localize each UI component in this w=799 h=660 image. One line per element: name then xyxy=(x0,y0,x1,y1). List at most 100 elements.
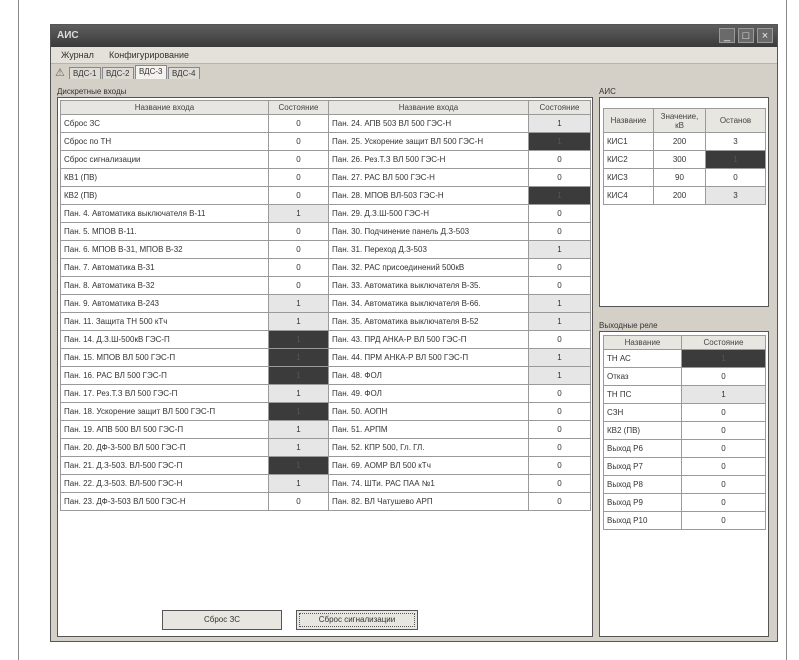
input-name: Пан. 6. МПОВ В-31, МПОВ В-32 xyxy=(60,240,269,259)
input-state: 0 xyxy=(268,168,329,187)
input-name: Пан. 52. КПР 500, Гл. ГЛ. xyxy=(328,438,529,457)
input-state: 0 xyxy=(528,402,591,421)
input-name: Пан. 24. АПВ 503 ВЛ 500 ГЭС-Н xyxy=(328,114,529,133)
table-row: ТН АС 1 xyxy=(603,349,766,368)
tab-vds-2[interactable]: ВДС-2 xyxy=(102,67,134,79)
ais-state: 3 xyxy=(705,132,766,151)
minimize-icon[interactable]: _ xyxy=(719,28,735,43)
table-row: Пан. 4. Автоматика выключателя В-11 1 Пан.… xyxy=(60,204,591,223)
table-row: Пан. 5. МПОВ В-11. 0 Пан. 30. Подчинение п… xyxy=(60,222,591,241)
tab-vds-3[interactable]: ВДС-3 xyxy=(135,65,167,79)
ais-name: КИС1 xyxy=(603,132,654,151)
input-name: КВ2 (ПВ) xyxy=(60,186,269,205)
input-state: 0 xyxy=(268,240,329,259)
input-state: 0 xyxy=(528,168,591,187)
col-name-right: Название входа xyxy=(328,100,529,115)
input-name: Пан. 29. Д.З.Ш-500 ГЭС-Н xyxy=(328,204,529,223)
close-icon[interactable]: × xyxy=(757,28,773,43)
input-state: 1 xyxy=(528,114,591,133)
relay-state: 1 xyxy=(681,385,766,404)
input-state: 1 xyxy=(268,438,329,457)
ais-col-value: Значение, кВ xyxy=(653,108,706,133)
ais-value: 90 xyxy=(653,168,706,187)
input-name: Пан. 43. ПРД АНКА-Р ВЛ 500 ГЭС-П xyxy=(328,330,529,349)
table-row: Пан. 18. Ускорение защит ВЛ 500 ГЭС-П 1 Па… xyxy=(60,402,591,421)
input-state: 1 xyxy=(528,240,591,259)
input-name: Пан. 31. Переход Д.З-503 xyxy=(328,240,529,259)
reset-alarm-button[interactable]: Сброс сигнализации xyxy=(296,610,418,630)
input-name: Пан. 30. Подчинение панель Д.З-503 xyxy=(328,222,529,241)
discrete-inputs-panel: Название входа Состояние Название входа … xyxy=(57,97,593,637)
input-name: Пан. 21. Д.З-503. ВЛ-500 ГЭС-П xyxy=(60,456,269,475)
input-state: 1 xyxy=(528,132,591,151)
table-row: Сброс сигнализации 0 Пан. 26. Рез.Т.З ВЛ 5… xyxy=(60,150,591,169)
relay-state: 0 xyxy=(681,457,766,476)
relay-state: 0 xyxy=(681,367,766,386)
input-name: Пан. 11. Защита ТН 500 кТч xyxy=(60,312,269,331)
ais-state: 0 xyxy=(705,168,766,187)
input-name: Пан. 20. ДФ-3-500 ВЛ 500 ГЭС-П xyxy=(60,438,269,457)
input-state: 1 xyxy=(528,348,591,367)
table-row: Выход Р7 0 xyxy=(603,457,766,476)
ais-panel: Название Значение, кВ Останов КИС1 200 3 КИ… xyxy=(599,97,769,307)
window-title: АИС xyxy=(57,30,79,41)
input-state: 0 xyxy=(528,204,591,223)
input-name: Пан. 18. Ускорение защит ВЛ 500 ГЭС-П xyxy=(60,402,269,421)
menu-journal[interactable]: Журнал xyxy=(61,50,94,60)
input-state: 0 xyxy=(268,186,329,205)
relay-state: 0 xyxy=(681,475,766,494)
input-state: 0 xyxy=(268,492,329,511)
input-name: Пан. 4. Автоматика выключателя В-11 xyxy=(60,204,269,223)
relay-name: Выход Р10 xyxy=(603,511,682,530)
relay-state: 0 xyxy=(681,403,766,422)
table-row: Выход Р10 0 xyxy=(603,511,766,530)
input-name: Пан. 25. Ускорение защит ВЛ 500 ГЭС-Н xyxy=(328,132,529,151)
input-name: Пан. 82. ВЛ Чатушево АРП xyxy=(328,492,529,511)
tab-vds-4[interactable]: ВДС-4 xyxy=(168,67,200,79)
input-name: Пан. 9. Автоматика В-243 xyxy=(60,294,269,313)
menu-config[interactable]: Конфигурирование xyxy=(109,50,189,60)
table-row: Пан. 22. Д.З-503. ВЛ-500 ГЭС-Н 1 Пан. 74. … xyxy=(60,474,591,493)
input-state: 1 xyxy=(268,420,329,439)
input-name: КВ1 (ПВ) xyxy=(60,168,269,187)
col-state-right: Состояние xyxy=(528,100,591,115)
menu-bar: Журнал Конфигурирование xyxy=(51,47,777,64)
relay-name: ТН АС xyxy=(603,349,682,368)
table-row: Выход Р9 0 xyxy=(603,493,766,512)
input-state: 0 xyxy=(528,456,591,475)
ais-name: КИС2 xyxy=(603,150,654,169)
table-row: Сброс по ТН 0 Пан. 25. Ускорение защит ВЛ … xyxy=(60,132,591,151)
reset-zs-button[interactable]: Сброс ЗС xyxy=(162,610,282,630)
input-state: 1 xyxy=(268,366,329,385)
input-name: Пан. 34. Автоматика выключателя В-66. xyxy=(328,294,529,313)
input-state: 1 xyxy=(528,186,591,205)
relays-panel: Название Состояние ТН АС 1 Отказ 0 ТН ПС 1 СЗН… xyxy=(599,331,769,637)
tab-vds-1[interactable]: ВДС-1 xyxy=(69,67,101,79)
ais-col-state: Останов xyxy=(705,108,766,133)
input-state: 1 xyxy=(268,312,329,331)
input-state: 1 xyxy=(268,384,329,403)
ais-value: 200 xyxy=(653,132,706,151)
input-state: 0 xyxy=(268,222,329,241)
relay-state: 1 xyxy=(681,349,766,368)
app-window: АИС _ □ × Журнал Конфигурирование ⚠ ВДС-… xyxy=(50,24,778,642)
relay-name: КВ2 (ПВ) xyxy=(603,421,682,440)
input-name: Пан. 69. АОМР ВЛ 500 кТч xyxy=(328,456,529,475)
table-row: Пан. 16. РАС ВЛ 500 ГЭС-П 1 Пан. 48. ФОЛ 1 xyxy=(60,366,591,385)
relays-col-name: Название xyxy=(603,335,682,350)
relay-name: Выход Р8 xyxy=(603,475,682,494)
relay-name: Выход Р7 xyxy=(603,457,682,476)
input-name: Пан. 50. АОПН xyxy=(328,402,529,421)
table-row: Пан. 21. Д.З-503. ВЛ-500 ГЭС-П 1 Пан. 69. … xyxy=(60,456,591,475)
relay-state: 0 xyxy=(681,493,766,512)
input-state: 0 xyxy=(528,474,591,493)
table-row: КВ2 (ПВ) 0 xyxy=(603,421,766,440)
maximize-icon[interactable]: □ xyxy=(738,28,754,43)
input-name: Пан. 32. РАС присоединений 500кВ xyxy=(328,258,529,277)
ais-table-body: КИС1 200 3 КИС2 300 1 КИС3 90 0 КИС4 200 3 xyxy=(603,132,766,205)
warning-icon: ⚠ xyxy=(55,67,65,79)
table-row: Пан. 8. Автоматика В-32 0 Пан. 33. Автомат… xyxy=(60,276,591,295)
input-name: Пан. 44. ПРМ АНКА-Р ВЛ 500 ГЭС-П xyxy=(328,348,529,367)
input-name: Пан. 23. ДФ-3-503 ВЛ 500 ГЭС-Н xyxy=(60,492,269,511)
input-state: 0 xyxy=(528,150,591,169)
